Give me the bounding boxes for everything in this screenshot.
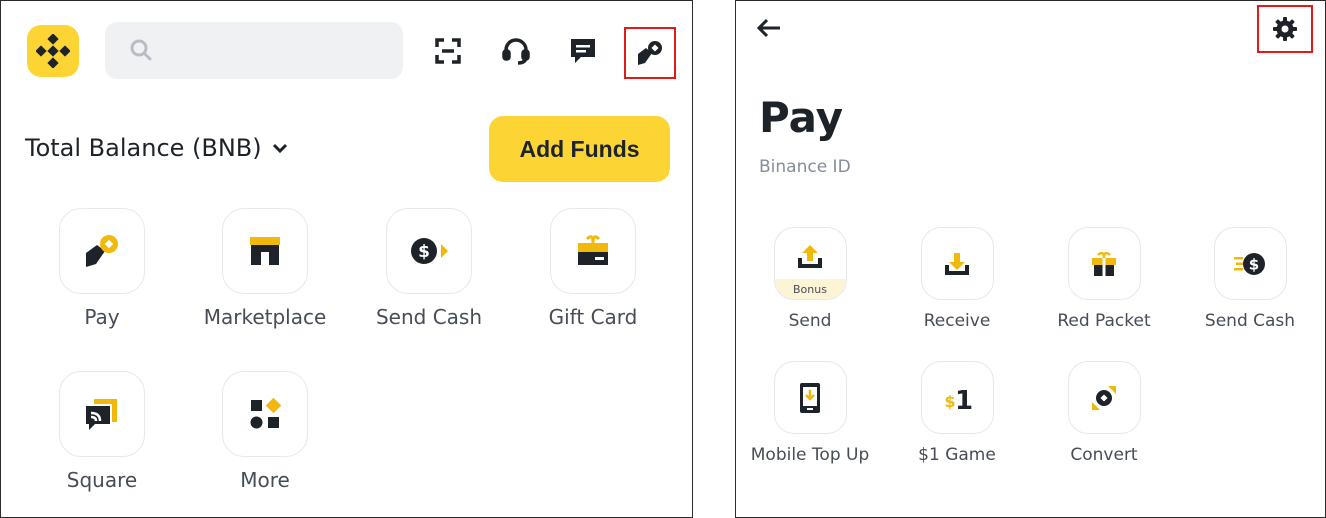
- tile-label: Red Packet: [1057, 311, 1151, 331]
- tile-send-cash[interactable]: $ Send Cash: [364, 208, 494, 329]
- chat-icon: [571, 39, 595, 63]
- tile-more[interactable]: More: [200, 371, 330, 492]
- tile-label: Gift Card: [548, 305, 638, 329]
- support-button[interactable]: [496, 31, 536, 71]
- send-cash-icon: $: [411, 238, 448, 264]
- pay-shortcut-button[interactable]: [624, 27, 676, 79]
- wallet-home-screen: Total Balance (BNB) Add Funds Pay Market…: [0, 0, 693, 518]
- scan-icon: [435, 38, 461, 64]
- total-balance-label: Total Balance (BNB): [25, 134, 262, 162]
- tile-label: More: [240, 468, 290, 492]
- svg-text:$: $: [944, 392, 955, 411]
- tile-label: Send Cash: [375, 305, 483, 329]
- binance-logo[interactable]: [27, 25, 79, 77]
- binance-logo-icon: [36, 34, 70, 68]
- tile-receive[interactable]: Receive: [897, 227, 1017, 333]
- search-icon: [130, 39, 152, 61]
- tile-label: $1 Game: [918, 445, 996, 465]
- more-icon: [250, 397, 282, 429]
- svg-text:$: $: [1249, 255, 1259, 273]
- send-cash-icon: $: [1234, 252, 1265, 275]
- total-balance-selector[interactable]: Total Balance (BNB): [25, 134, 288, 162]
- tile-dollar-game[interactable]: $ 1 $1 Game: [897, 361, 1017, 467]
- back-button[interactable]: [754, 13, 784, 43]
- settings-button[interactable]: [1257, 5, 1313, 53]
- convert-icon: [1092, 385, 1116, 410]
- tile-convert[interactable]: Convert: [1044, 361, 1164, 467]
- tile-label: Pay: [84, 305, 120, 329]
- tile-label: Marketplace: [203, 305, 327, 329]
- pay-icon: [86, 235, 118, 267]
- gift-card-icon: [578, 235, 608, 265]
- tile-label: Convert: [1070, 445, 1138, 465]
- dollar-game-icon: $ 1: [944, 386, 973, 413]
- tile-label: Mobile Top Up: [750, 445, 870, 465]
- tile-label: Receive: [923, 311, 991, 331]
- tile-send[interactable]: Bonus Send: [750, 227, 870, 333]
- tile-red-packet[interactable]: Red Packet: [1044, 227, 1164, 333]
- tile-square[interactable]: Square: [37, 371, 167, 492]
- pay-icon: [638, 41, 662, 65]
- tile-label: Square: [66, 468, 138, 492]
- square-icon: [86, 399, 117, 430]
- tile-send-cash[interactable]: $ Send Cash: [1190, 227, 1310, 333]
- chevron-down-icon: [272, 143, 287, 154]
- svg-text:1: 1: [955, 386, 973, 413]
- arrow-left-icon: [756, 18, 780, 38]
- svg-text:$: $: [418, 242, 430, 262]
- search-input[interactable]: [105, 22, 403, 79]
- headset-icon: [502, 38, 530, 65]
- tile-label: Send: [788, 311, 832, 331]
- page-title: Pay: [759, 93, 844, 142]
- tile-pay[interactable]: Pay: [37, 208, 167, 329]
- messages-button[interactable]: [563, 31, 603, 71]
- tile-mobile-top-up[interactable]: Mobile Top Up: [750, 361, 870, 467]
- add-funds-button[interactable]: Add Funds: [489, 116, 670, 182]
- receive-icon: [945, 252, 969, 275]
- gear-icon: [1273, 17, 1297, 41]
- binance-id-label: Binance ID: [759, 157, 851, 177]
- scan-button[interactable]: [428, 31, 468, 71]
- tile-gift-card[interactable]: Gift Card: [528, 208, 658, 329]
- tile-label: Send Cash: [1204, 311, 1296, 331]
- pay-screen: Pay Binance ID Bonus Send Receive Red Pa…: [735, 0, 1326, 518]
- mobile-topup-icon: [800, 382, 820, 413]
- tile-marketplace[interactable]: Marketplace: [200, 208, 330, 329]
- red-packet-icon: [1092, 251, 1116, 276]
- store-icon: [250, 237, 280, 265]
- bonus-badge: Bonus: [774, 279, 846, 299]
- send-icon: [798, 244, 822, 268]
